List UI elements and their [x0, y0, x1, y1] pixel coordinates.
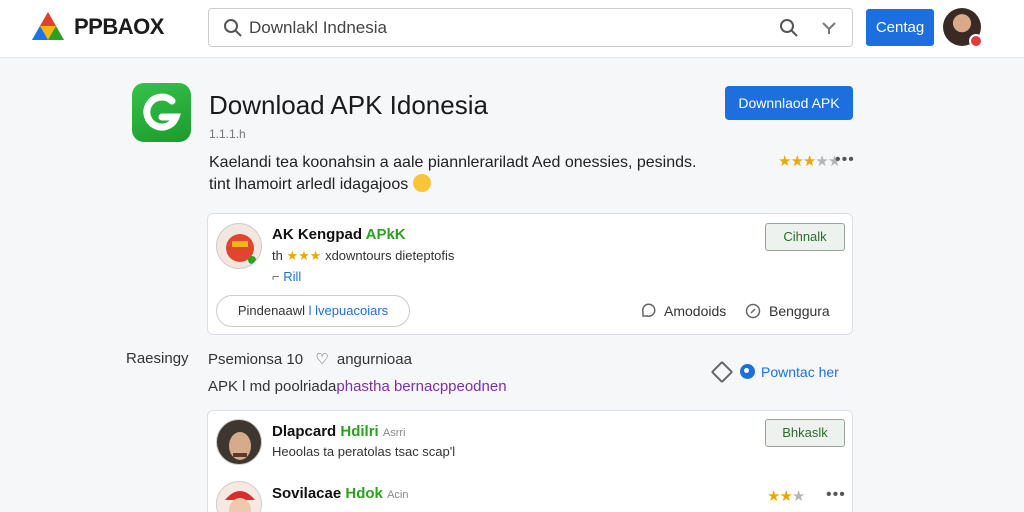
comment-icon — [642, 303, 656, 317]
comment-rating-stars: ★★★ — [767, 487, 805, 505]
section-stat-2: angurnioaa — [336, 351, 412, 368]
search-input[interactable] — [249, 15, 769, 41]
section-stats: Psemionsa 10 ♡ angurnioaa — [208, 350, 412, 368]
card-meta-text: xdowntours dieteptofis — [325, 248, 455, 263]
app-rating-stars: ★★★★★ — [778, 152, 841, 170]
comment-author-2-name: Sovilacae — [272, 485, 342, 502]
header-button[interactable]: Centag — [866, 9, 934, 46]
description-line-2-text: tint lhamoirt arledl idagajoos — [209, 176, 409, 193]
card-meta: th ★★★ xdowntours dieteptofis — [272, 248, 454, 264]
star-icon: ★ — [802, 153, 816, 170]
clear-icon[interactable] — [821, 20, 837, 36]
comment-author-1-name: Dlapcard — [272, 423, 337, 440]
card-pill-button[interactable]: Pindenaawl l lvepuacoiars — [216, 295, 410, 327]
more-icon[interactable]: ••• — [826, 486, 846, 504]
search-submit-icon[interactable] — [779, 18, 799, 38]
diamond-icon[interactable] — [710, 360, 734, 384]
brand-name[interactable]: PPBAOX — [74, 14, 164, 40]
comment-list-card: Dlapcard Hdilri Asrri Heoolas ta peratol… — [207, 410, 853, 512]
card-title: AK Kengpad APkK — [272, 226, 406, 243]
smile-emoji-icon — [412, 174, 431, 192]
app-description: Kaelandi tea koonahsin a aale piannlerar… — [209, 152, 729, 196]
star-icon: ★ — [791, 488, 805, 505]
comment-author-2-tag: Acin — [387, 489, 409, 501]
section-line-prefix: APK l md poolriada — [208, 378, 337, 395]
avatar[interactable] — [216, 481, 262, 512]
pill-label: Pindenaawl — [237, 303, 306, 318]
section-line: APK l md poolriadaphastha bernacppeodnen — [208, 378, 507, 395]
edit-icon — [745, 303, 761, 319]
section-stat-1: Psemionsa 10 — [208, 351, 304, 368]
link-prefix-icon: ⌐ — [272, 269, 280, 284]
description-line-1: Kaelandi tea koonahsin a aale piannlerar… — [209, 154, 697, 171]
more-icon[interactable]: ••• — [835, 151, 855, 169]
star-icon: ★ — [779, 488, 792, 505]
power-button-label: Powntac her — [761, 364, 839, 380]
star-icon: ★ — [767, 488, 780, 505]
apk-card: AK Kengpad APkK th ★★★ xdowntours dietep… — [207, 213, 853, 335]
app-version: 1.1.1.h — [209, 127, 246, 141]
notification-badge — [969, 34, 983, 48]
comment-author-1[interactable]: Dlapcard Hdilri Asrri — [272, 423, 406, 440]
app-icon — [132, 83, 191, 142]
page-title: Download APK Idonesia — [209, 90, 488, 120]
star-icon: ★ — [815, 153, 828, 170]
card-link-text: Rill — [283, 269, 302, 284]
avatar[interactable] — [216, 419, 262, 465]
card-title-accent: APkK — [365, 226, 406, 243]
top-bar: PPBAOX Centag — [0, 0, 1024, 58]
search-icon — [224, 19, 242, 37]
action-label-2: Benggura — [769, 303, 830, 319]
comment-author-1-tag: Asrri — [382, 427, 406, 439]
heart-icon[interactable]: ♡ — [315, 350, 328, 368]
avatar — [216, 223, 262, 269]
star-icon: ★ — [778, 153, 791, 170]
card-meta-prefix: th — [272, 248, 283, 263]
user-avatar[interactable] — [943, 8, 983, 48]
pill-accent: l lvepuacoiars — [308, 303, 389, 318]
comment-action[interactable]: Amodoids — [640, 303, 726, 319]
section-line-accent[interactable]: phastha bernacppeodnen — [336, 378, 506, 395]
power-icon — [740, 364, 755, 379]
comment-meta-1: Heoolas ta peratolas tsac scap'l — [272, 444, 456, 459]
app-logo-icon — [143, 93, 181, 131]
section-label: Raesingy — [126, 350, 189, 367]
search-bar[interactable] — [208, 8, 853, 47]
logo-icon[interactable] — [30, 10, 66, 44]
description-line-2: tint lhamoirt arledl idagajoos — [209, 174, 729, 196]
star-icon: ★★★ — [286, 248, 322, 263]
comment-author-2-accent: Hdok — [345, 485, 383, 502]
download-apk-button[interactable]: Downnlaod APK — [725, 86, 853, 120]
action-label-1: Amodoids — [664, 303, 727, 319]
card-action-button[interactable]: Cihnalk — [765, 223, 845, 251]
card-link[interactable]: ⌐ Rill — [272, 269, 301, 284]
share-action[interactable]: Benggura — [745, 303, 830, 319]
star-icon: ★ — [790, 153, 803, 170]
comment-author-2[interactable]: Sovilacae Hdok Acin — [272, 485, 408, 502]
comment-author-1-accent: Hdilri — [340, 423, 379, 440]
comment-action-button[interactable]: Bhkaslk — [765, 419, 845, 447]
power-button[interactable]: Powntac her — [740, 364, 839, 380]
card-title-text: AK Kengpad — [272, 226, 362, 243]
